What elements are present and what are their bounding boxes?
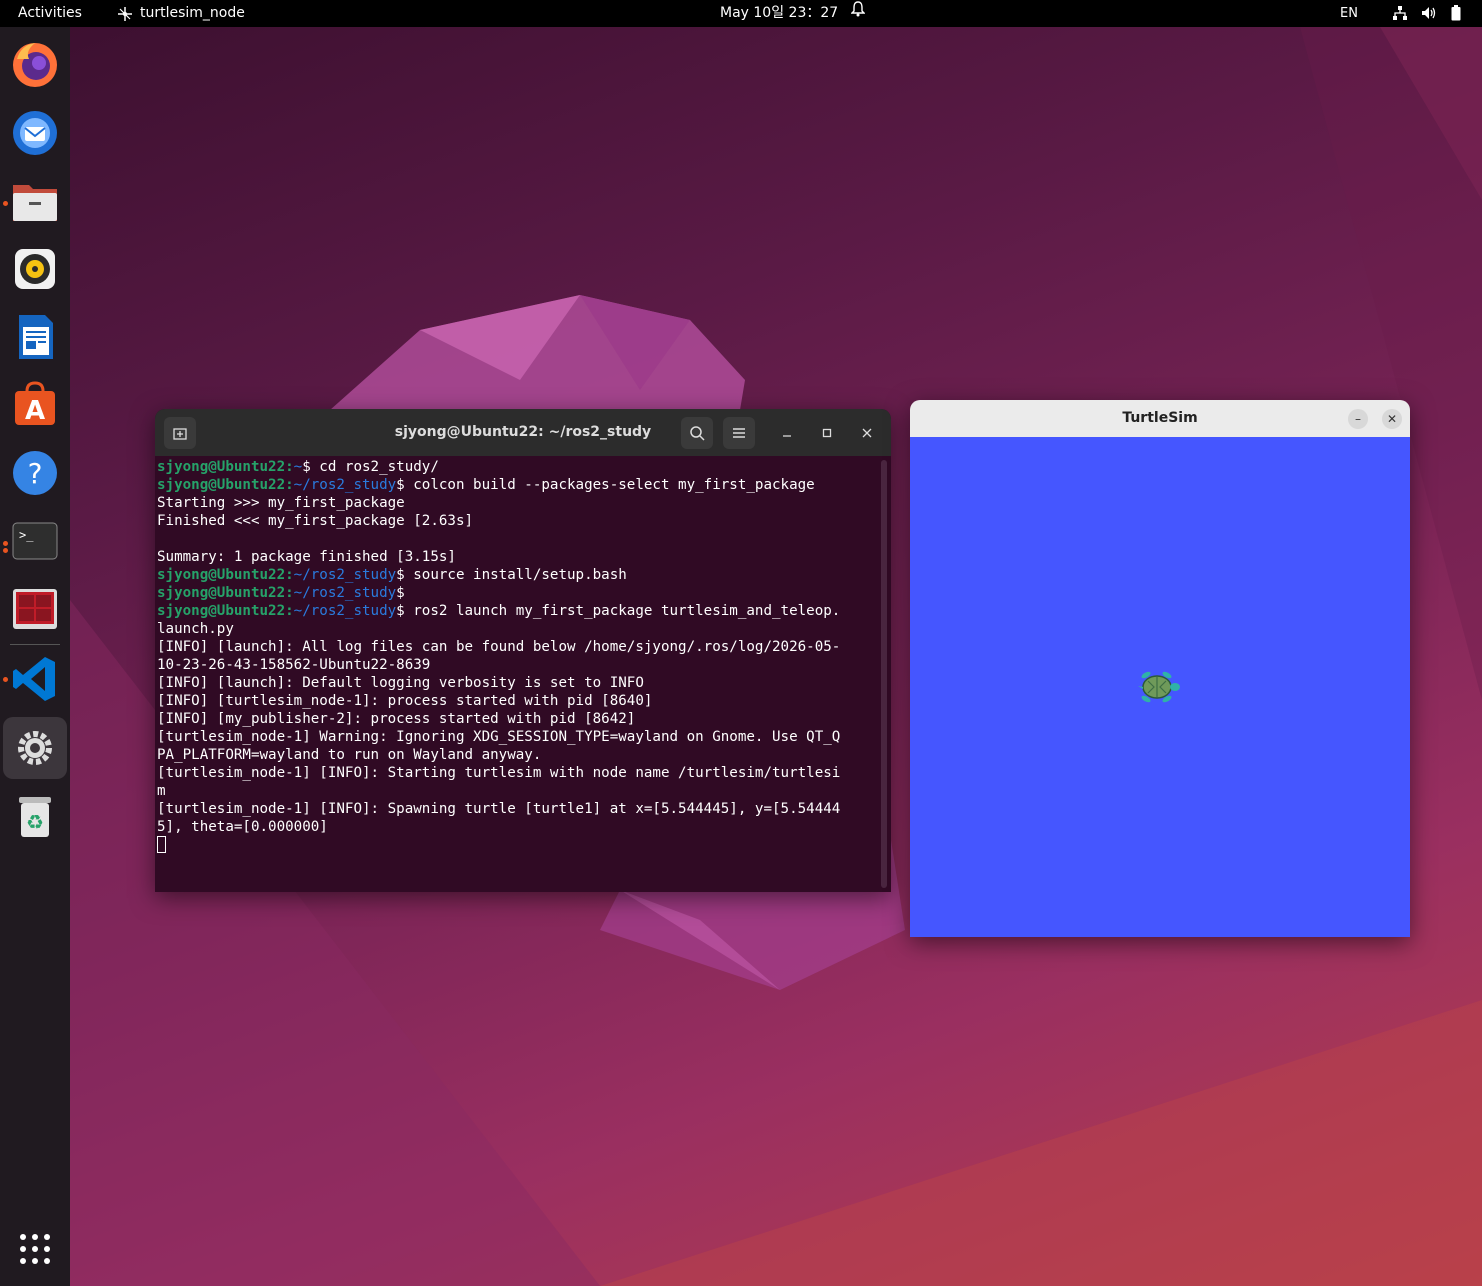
prompt-path: ~/ros2_study [293, 477, 397, 493]
prompt-path: ~/ros2_study [293, 567, 397, 583]
prompt-user: sjyong@Ubuntu22 [157, 459, 286, 475]
system-monitor-icon[interactable] [9, 583, 61, 635]
turtlesim-canvas [910, 437, 1410, 937]
menu-button[interactable] [723, 417, 755, 449]
minimize-icon [783, 435, 791, 437]
top-bar: Activities turtlesim_node May 10일 23：27 … [0, 0, 1482, 27]
terminal-line: [INFO] [turtlesim_node-1]: process start… [157, 693, 653, 709]
terminal-line: [INFO] [my_publisher-2]: process started… [157, 711, 636, 727]
prompt-colon: : [285, 603, 294, 619]
maximize-icon [822, 428, 832, 438]
terminal-line: [turtlesim_node-1] [INFO]: Starting turt… [157, 765, 841, 781]
terminal-line: m [157, 783, 166, 799]
firefox-icon[interactable] [9, 39, 61, 91]
close-icon: ✕ [1386, 412, 1398, 426]
dock: A ? >_ ♻ [0, 27, 70, 1286]
terminal-line: [INFO] [launch]: All log files can be fo… [157, 639, 841, 655]
volume-icon[interactable] [1421, 0, 1437, 27]
maximize-button[interactable] [811, 417, 843, 449]
svg-text:>_: >_ [19, 528, 34, 542]
terminal-line: PA_PLATFORM=wayland to run on Wayland an… [157, 747, 542, 763]
minimize-icon: – [1355, 412, 1361, 426]
app-center-icon[interactable]: A [9, 379, 61, 431]
turtle-icon [1138, 671, 1180, 703]
terminal-line: launch.py [157, 621, 234, 637]
prompt-user: sjyong@Ubuntu22 [157, 585, 286, 601]
terminal-line: sjyong@Ubuntu22:~/ros2_study$ source ins… [157, 566, 879, 584]
terminal-line: 5], theta=[0.000000] [157, 819, 328, 835]
files-icon[interactable] [9, 175, 61, 227]
prompt-user: sjyong@Ubuntu22 [157, 567, 286, 583]
rhythmbox-icon[interactable] [9, 243, 61, 295]
app-indicator-icon [118, 6, 132, 21]
terminal-scrollbar[interactable] [881, 460, 887, 888]
prompt-path: ~/ros2_study [293, 585, 397, 601]
clock[interactable]: May 10일 23：27 [720, 0, 838, 27]
search-button[interactable] [681, 417, 713, 449]
hamburger-menu-icon [733, 428, 745, 438]
prompt-colon: : [285, 477, 294, 493]
notification-bell-icon[interactable] [850, 0, 866, 27]
terminal-window[interactable]: sjyong@Ubuntu22: ~/ros2_study sjyong@Ubu… [155, 409, 891, 892]
terminal-line: sjyong@Ubuntu22:~/ros2_study$ colcon bui… [157, 476, 879, 494]
turtlesim-title: TurtleSim [1122, 410, 1198, 426]
thunderbird-icon[interactable] [9, 107, 61, 159]
prompt-path: ~ [293, 459, 303, 475]
prompt-user: sjyong@Ubuntu22 [157, 603, 286, 619]
command-text: $ [396, 585, 405, 601]
help-icon[interactable]: ? [9, 447, 61, 499]
minimize-button[interactable] [771, 417, 803, 449]
input-language-indicator[interactable]: EN [1340, 0, 1358, 27]
svg-text:A: A [25, 396, 45, 426]
command-text: $ ros2 launch my_first_package turtlesim… [396, 603, 841, 619]
turtlesim-titlebar[interactable]: TurtleSim – ✕ [910, 400, 1410, 437]
terminal-line: Summary: 1 package finished [3.15s] [157, 549, 456, 565]
terminal-line: Finished <<< my_first_package [2.63s] [157, 513, 474, 529]
turtlesim-close-button[interactable]: ✕ [1382, 409, 1402, 429]
svg-text:♻: ♻ [26, 810, 44, 834]
terminal-headerbar[interactable]: sjyong@Ubuntu22: ~/ros2_study [155, 409, 891, 456]
libreoffice-writer-icon[interactable] [9, 311, 61, 363]
terminal-line: [turtlesim_node-1] Warning: Ignoring XDG… [157, 729, 841, 745]
vscode-icon[interactable] [9, 653, 61, 705]
prompt-colon: : [285, 585, 294, 601]
terminal-line: Starting >>> my_first_package [157, 495, 405, 511]
show-apps-icon[interactable] [9, 1223, 61, 1275]
terminal-line: sjyong@Ubuntu22:~$ cd ros2_study/ [157, 458, 879, 476]
close-button[interactable] [851, 417, 883, 449]
terminal-line: sjyong@Ubuntu22:~/ros2_study$ [157, 584, 879, 602]
search-icon [690, 426, 705, 441]
terminal-line: [turtlesim_node-1] [INFO]: Spawning turt… [157, 801, 841, 817]
prompt-path: ~/ros2_study [293, 603, 397, 619]
prompt-user: sjyong@Ubuntu22 [157, 477, 286, 493]
terminal-line: [INFO] [launch]: Default logging verbosi… [157, 675, 644, 691]
activities-button[interactable]: Activities [18, 0, 82, 27]
turtlesim-window[interactable]: TurtleSim – ✕ [910, 400, 1410, 937]
trash-icon[interactable]: ♻ [9, 791, 61, 843]
battery-icon[interactable] [1451, 0, 1461, 27]
command-text: $ source install/setup.bash [396, 567, 627, 583]
terminal-output[interactable]: sjyong@Ubuntu22:~$ cd ros2_study/sjyong@… [157, 458, 879, 888]
prompt-colon: : [285, 459, 294, 475]
command-text: $ cd ros2_study/ [302, 459, 439, 475]
turtlesim-minimize-button[interactable]: – [1348, 409, 1368, 429]
app-name-label: turtlesim_node [140, 5, 245, 21]
settings-icon[interactable] [3, 717, 67, 779]
terminal-line: 10-23-26-43-158562-Ubuntu22-8639 [157, 657, 431, 673]
prompt-colon: : [285, 567, 294, 583]
network-icon[interactable] [1392, 0, 1408, 27]
terminal-line: sjyong@Ubuntu22:~/ros2_study$ ros2 launc… [157, 602, 879, 620]
terminal-icon[interactable]: >_ [9, 515, 61, 567]
terminal-cursor [157, 836, 166, 853]
command-text: $ colcon build --packages-select my_firs… [396, 477, 815, 493]
app-menu[interactable]: turtlesim_node [116, 0, 245, 27]
svg-text:?: ? [28, 457, 43, 490]
close-icon [862, 428, 872, 438]
